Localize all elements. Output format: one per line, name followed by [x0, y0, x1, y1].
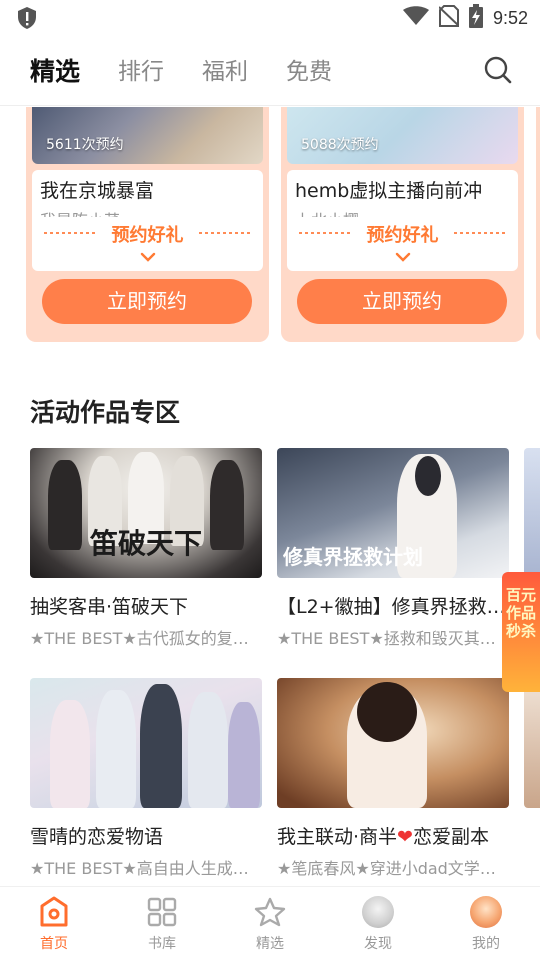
nav-home[interactable]: 首页	[0, 887, 108, 960]
battery-charging-icon	[468, 4, 483, 32]
star-icon	[216, 895, 324, 929]
nav-label: 书库	[148, 936, 176, 952]
top-header: 精选 排行 福利 免费	[0, 36, 540, 106]
reservation-cover: 5088次预约	[287, 107, 518, 164]
tab-featured[interactable]: 精选	[30, 52, 80, 88]
reservation-cover: 5611次预约	[32, 107, 263, 164]
reservation-count: 5611次预约	[46, 137, 124, 153]
nav-featured[interactable]: 精选	[216, 887, 324, 960]
wifi-icon	[402, 6, 429, 30]
book-title-part: 恋爱副本	[412, 826, 489, 848]
book-cover-image	[277, 678, 509, 808]
nav-label: 发现	[364, 936, 392, 952]
book-card[interactable]: 修真界拯救计划 【L2+徽抽】修真界拯救… ★THE BEST★拯救和毁灭其…	[277, 448, 509, 649]
book-card[interactable]: 我主联动·商半❤恋爱副本 ★笔底春风★穿进小dad文学网游，开启海王之路	[277, 678, 509, 879]
reserve-button[interactable]: 立即预约	[42, 279, 252, 324]
character-figure	[96, 690, 136, 808]
status-bar: 9:52	[0, 0, 540, 36]
reservation-title: hemb虚拟主播向前冲	[295, 180, 483, 202]
avatar	[362, 896, 394, 928]
book-title: 我主联动·商半❤恋爱副本	[277, 822, 509, 849]
book-card[interactable]: 笛破天下 抽奖客串·笛破天下 ★THE BEST★古代孤女的复…	[30, 448, 262, 649]
heart-icon: ❤	[397, 826, 413, 848]
status-time: 9:52	[492, 7, 528, 28]
book-title-part: 我主联动·商半	[277, 826, 398, 848]
chevron-down-icon[interactable]	[140, 247, 156, 266]
bottom-nav: 首页 书库 精选 发现 我的	[0, 886, 540, 960]
book-title: 抽奖客串·笛破天下	[30, 596, 189, 618]
tab-free[interactable]: 免费	[286, 52, 332, 88]
gift-banner[interactable]: 预约好礼	[287, 217, 518, 271]
book-cover-image	[524, 448, 540, 578]
book-card[interactable]: 雪晴的恋爱物语 ★THE BEST★高自由人生成长，多样人生任你选	[30, 678, 262, 879]
reservation-count: 5088次预约	[301, 137, 379, 153]
profile-avatar-icon	[432, 895, 540, 929]
book-row: 笛破天下 抽奖客串·笛破天下 ★THE BEST★古代孤女的复… 修真界拯救计划…	[30, 448, 540, 649]
reservation-card[interactable]: 5611次预约 我在京城暴富 我是陈小芹 预约好礼 立即预约	[26, 107, 269, 342]
reservation-card[interactable]: 5088次预约 hemb虚拟主播向前冲 上北小樱 预约好礼 立即预约	[281, 107, 524, 342]
reservation-title: 我在京城暴富	[40, 180, 155, 202]
character-hair	[415, 456, 441, 496]
nav-label: 首页	[40, 936, 68, 952]
book-cover-image: 笛破天下	[30, 448, 262, 578]
cover-title-text: 笛破天下	[90, 527, 203, 560]
chevron-down-icon[interactable]	[395, 247, 411, 266]
book-cover-image	[524, 678, 540, 808]
book-cover-image: 修真界拯救计划	[277, 448, 509, 578]
discover-avatar-icon	[324, 895, 432, 929]
main-content[interactable]: 5611次预约 我在京城暴富 我是陈小芹 预约好礼 立即预约 5088次预约	[0, 107, 540, 886]
avatar	[470, 896, 502, 928]
book-row: 雪晴的恋爱物语 ★THE BEST★高自由人生成长，多样人生任你选 我主联动·商…	[30, 678, 540, 879]
character-figure	[140, 684, 182, 808]
divider	[454, 232, 506, 234]
promo-text: 百元作品秒杀	[505, 586, 536, 640]
character-hair	[357, 682, 417, 742]
book-description: ★THE BEST★高自由人生成长，多样人生任你选	[30, 859, 262, 878]
reserve-button[interactable]: 立即预约	[297, 279, 507, 324]
nav-library[interactable]: 书库	[108, 887, 216, 960]
nav-profile[interactable]: 我的	[432, 887, 540, 960]
gift-label: 预约好礼	[366, 225, 439, 246]
book-title: 雪晴的恋爱物语	[30, 826, 164, 848]
grid-icon	[108, 895, 216, 929]
gift-label: 预约好礼	[111, 225, 184, 246]
book-card-partial[interactable]	[524, 678, 540, 879]
character-figure	[210, 460, 244, 550]
home-icon	[0, 895, 108, 929]
nav-discover[interactable]: 发现	[324, 887, 432, 960]
no-sim-icon	[438, 5, 460, 31]
character-figure	[228, 702, 260, 808]
character-figure	[50, 700, 90, 808]
tab-ranking[interactable]: 排行	[118, 52, 164, 88]
character-figure	[188, 692, 228, 808]
search-icon[interactable]	[484, 56, 512, 88]
reservation-carousel[interactable]: 5611次预约 我在京城暴富 我是陈小芹 预约好礼 立即预约 5088次预约	[26, 107, 540, 342]
nav-label: 我的	[472, 936, 500, 952]
gift-banner[interactable]: 预约好礼	[32, 217, 263, 271]
reservation-card-partial[interactable]	[536, 107, 540, 342]
book-cover-image	[30, 678, 262, 808]
top-tabs: 精选 排行 福利 免费	[30, 52, 332, 88]
book-description: ★笔底春风★穿进小dad文学网游，开启海王之路	[277, 859, 509, 878]
book-description: ★THE BEST★古代孤女的复…	[30, 629, 249, 648]
floating-promo-banner[interactable]: 百元作品秒杀	[502, 572, 540, 692]
book-description: ★THE BEST★拯救和毁灭其…	[277, 629, 496, 648]
nav-label: 精选	[256, 936, 284, 952]
divider	[199, 232, 251, 234]
cover-title-text: 修真界拯救计划	[283, 545, 423, 569]
character-figure	[48, 460, 82, 550]
shield-alert-icon	[16, 6, 38, 34]
tab-benefits[interactable]: 福利	[202, 52, 248, 88]
book-title: 【L2+徽抽】修真界拯救…	[277, 596, 506, 618]
section-title: 活动作品专区	[30, 398, 181, 427]
